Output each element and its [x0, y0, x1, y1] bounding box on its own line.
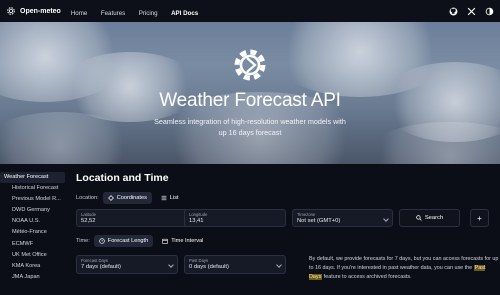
list-icon	[161, 195, 167, 201]
sidebar-item-kma-korea[interactable]: KMA Korea	[0, 261, 66, 272]
forecast-days-label: Forecast Days	[81, 258, 108, 263]
longitude-label: Longitude	[189, 212, 208, 217]
gear-logo-icon	[7, 7, 15, 15]
sidebar-item-weather-forecast[interactable]: Weather Forecast	[0, 172, 65, 184]
timezone-label: Timezone	[297, 212, 316, 217]
sidebar-item-ecmwf[interactable]: ECMWF	[0, 239, 66, 250]
sidebar-item-previous-model-runs[interactable]: Previous Model R...	[0, 194, 66, 205]
search-button-label: Search	[424, 215, 444, 221]
time-label: Time:	[76, 238, 90, 244]
timezone-select[interactable]: Timezone Not set (GMT+0)	[292, 209, 393, 227]
tab-list[interactable]: List	[156, 192, 184, 204]
search-icon	[416, 215, 422, 221]
latitude-field[interactable]: Latitude 52,52	[76, 209, 199, 227]
brand-name: Open-meteo	[20, 7, 61, 15]
past-days-label: Past Days	[189, 258, 209, 263]
tab-time-interval-label: Time Interval	[171, 238, 204, 244]
forecast-info-text: By default, we provide forecasts for 7 d…	[309, 255, 499, 281]
sidebar-item-dwd-germany[interactable]: DWD Germany	[0, 205, 66, 216]
add-location-label: +	[477, 213, 482, 223]
sidebar-item-uk-met-office[interactable]: UK Met Office	[0, 250, 66, 261]
latitude-value: 52,52	[81, 218, 96, 224]
main-content: Location and Time Location: Coordinates …	[76, 172, 499, 295]
hero-banner: Weather Forecast API Seamless integratio…	[0, 22, 500, 164]
past-days-value: 0 days (default)	[189, 264, 229, 270]
theme-toggle-icon[interactable]	[485, 7, 494, 16]
tab-coordinates[interactable]: Coordinates	[102, 192, 152, 204]
brand-logo[interactable]: Open-meteo	[6, 6, 61, 16]
section-title: Location and Time	[76, 172, 169, 184]
sidebar-item-meteo-france[interactable]: Météo-France	[0, 227, 66, 238]
clock-icon	[99, 238, 105, 244]
sidebar-item-jma-japan[interactable]: JMA Japan	[0, 272, 66, 283]
add-location-button[interactable]: +	[470, 209, 489, 227]
tab-time-interval[interactable]: Time Interval	[157, 235, 208, 247]
forecast-days-value: 7 days (default)	[81, 264, 121, 270]
location-label: Location:	[76, 195, 99, 201]
note-text-end: feature to access archived forecasts.	[323, 273, 412, 280]
x-icon[interactable]	[467, 7, 476, 16]
calendar-icon	[162, 238, 168, 244]
search-button[interactable]: Search	[399, 209, 460, 227]
longitude-value: 13,41	[189, 218, 204, 224]
note-text-start: By default, we provide forecasts for 7 d…	[309, 256, 499, 271]
crosshair-icon	[107, 195, 114, 201]
sidebar-item-noaa-us[interactable]: NOAA U.S.	[0, 216, 66, 227]
forecast-days-select[interactable]: Forecast Days 7 days (default)	[76, 255, 178, 274]
timezone-value: Not set (GMT+0)	[297, 218, 341, 224]
nav-features[interactable]: Features	[101, 10, 125, 17]
past-days-select[interactable]: Past Days 0 days (default)	[184, 255, 286, 274]
hero-subtitle: Seamless integration of high-resolution …	[154, 117, 346, 137]
sidebar-item-historical-forecast[interactable]: Historical Forecast	[0, 183, 66, 194]
github-icon[interactable]	[449, 7, 458, 16]
tab-forecast-length[interactable]: Forecast Length	[93, 235, 154, 247]
docs-sidebar: Weather Forecast Historical Forecast Pre…	[0, 172, 66, 283]
tab-list-label: List	[169, 195, 179, 201]
hero-title: Weather Forecast API	[159, 90, 341, 111]
tab-coordinates-label: Coordinates	[116, 195, 147, 201]
longitude-field[interactable]: Longitude 13,41	[184, 209, 286, 227]
top-navbar: Open-meteo Home Features Pricing API Doc…	[0, 0, 500, 22]
nav-pricing[interactable]: Pricing	[139, 10, 158, 17]
nav-home[interactable]: Home	[71, 10, 88, 17]
gear-sun-icon	[234, 49, 266, 81]
tab-forecast-length-label: Forecast Length	[107, 238, 149, 244]
latitude-label: Latitude	[81, 212, 96, 217]
nav-api-docs[interactable]: API Docs	[171, 10, 198, 17]
